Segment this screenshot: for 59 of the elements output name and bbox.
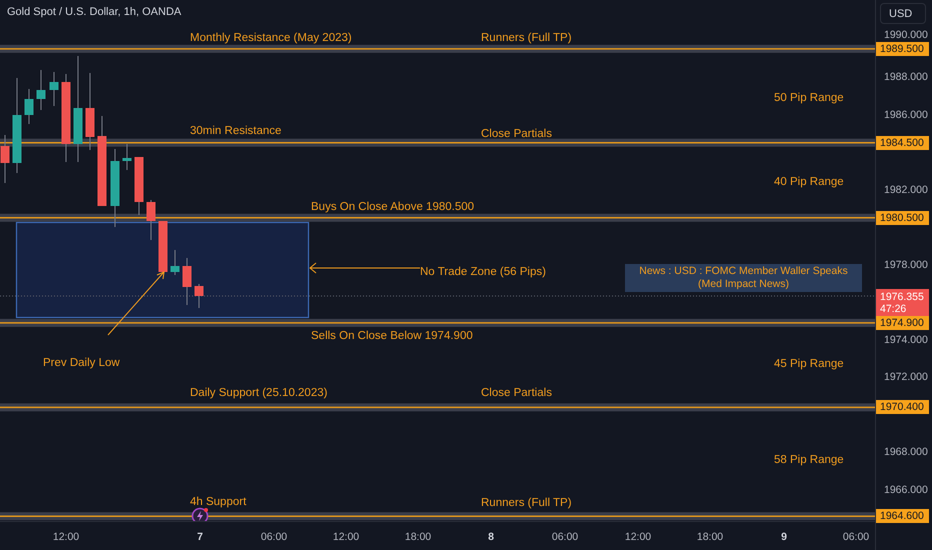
time-tick: 12:00: [624, 531, 652, 543]
chart-label: 58 Pip Range: [774, 453, 844, 467]
chart-label: 40 Pip Range: [774, 175, 844, 189]
candle: [146, 200, 156, 240]
price-tag: 1984.500: [876, 136, 929, 150]
chart-label: Runners (Full TP): [481, 31, 572, 45]
chart-label: 50 Pip Range: [774, 91, 844, 105]
chart-label: Close Partials: [481, 386, 552, 400]
price-tag: 1964.600: [876, 509, 929, 524]
price-tick: 1972.000: [884, 371, 928, 384]
candle: [24, 88, 34, 124]
candle: [194, 284, 204, 308]
candle: [122, 144, 132, 170]
chart-label: Daily Support (25.10.2023): [190, 386, 328, 400]
candle: [182, 258, 192, 306]
chart-label: 4h Support: [190, 495, 246, 509]
price-tick: 1978.000: [884, 258, 928, 271]
time-tick: 12:00: [52, 531, 80, 543]
time-tick: 7: [197, 531, 203, 543]
time-tick: 06:00: [552, 531, 578, 543]
time-tick: 8: [488, 531, 494, 543]
price-tick: 1988.000: [884, 71, 928, 83]
price-tick: 1986.000: [884, 108, 928, 121]
price-tick: 1966.000: [884, 484, 928, 496]
chart-label: Buys On Close Above 1980.500: [311, 200, 474, 214]
candle: [36, 70, 46, 110]
time-tick: 18:00: [404, 531, 432, 543]
price-tick: 1990.000: [884, 29, 928, 42]
candle: [50, 72, 58, 106]
time-tick: 9: [781, 531, 787, 543]
price-tick: 1982.000: [884, 184, 928, 196]
chart-label: Monthly Resistance (May 2023): [190, 31, 352, 45]
candle: [158, 220, 168, 272]
price-tag: 1974.900: [876, 316, 929, 330]
price-tag: 1989.500: [876, 42, 929, 56]
news-label: News : USD : FOMC Member Waller Speaks (Med Impact News): [625, 264, 862, 292]
currency-button[interactable]: USD: [880, 3, 926, 24]
chart-label: Close Partials: [481, 127, 552, 141]
lightning-icon[interactable]: [192, 508, 208, 521]
time-tick: 06:00: [842, 531, 870, 543]
arrow: [108, 271, 165, 336]
last-price-tag: 1976.355 47:26: [876, 289, 929, 316]
price-tick: 1974.000: [884, 334, 928, 346]
price-tag: 1970.400: [876, 400, 929, 414]
time-tick: 18:00: [696, 531, 724, 543]
chart-title: Gold Spot / U.S. Dollar, 1h, OANDA: [7, 6, 182, 18]
time-tick: 12:00: [332, 531, 360, 543]
price-tick: 1968.000: [884, 446, 928, 458]
chart-label: 45 Pip Range: [774, 357, 844, 371]
chart-label: Sells On Close Below 1974.900: [311, 329, 473, 343]
candle: [170, 250, 180, 276]
candle: [134, 156, 144, 216]
price-tag: 1980.500: [876, 210, 929, 225]
chart-label: 30min Resistance: [190, 124, 282, 138]
chart-label: Prev Daily Low: [43, 356, 120, 370]
chart-label: Runners (Full TP): [481, 496, 572, 510]
candle: [0, 134, 10, 184]
time-tick: 06:00: [260, 531, 288, 543]
chart-label: No Trade Zone (56 Pips): [420, 265, 546, 279]
